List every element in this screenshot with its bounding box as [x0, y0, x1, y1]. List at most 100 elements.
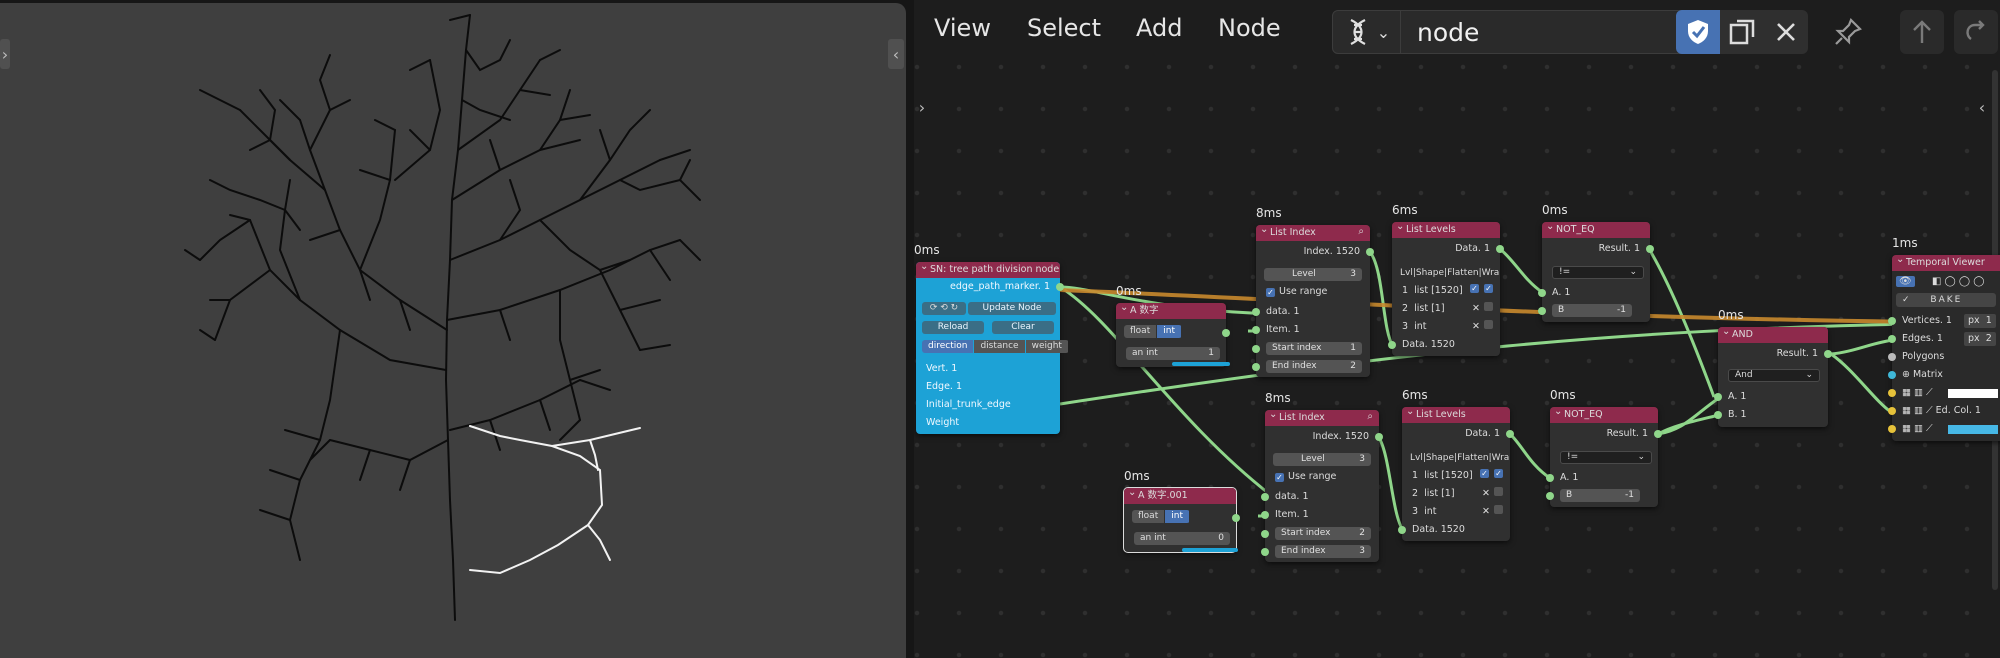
type-selector[interactable]: float int	[1124, 325, 1182, 338]
reload-button[interactable]: Reload	[922, 321, 984, 334]
node-title[interactable]: SN: tree path division node	[916, 262, 1060, 278]
levels-table-header: Lvl|Shape|Flatten|Wra	[1410, 453, 1510, 463]
input-item: Item. 1	[1261, 508, 1379, 522]
level-field[interactable]: Level 3	[1273, 453, 1371, 466]
node-timing: 6ms	[1402, 388, 1428, 402]
node-title[interactable]: Temporal Viewer	[1892, 255, 2000, 271]
type-float[interactable]: float	[1132, 510, 1165, 523]
node-title[interactable]: A 数字.001	[1124, 488, 1236, 504]
int-slider-bar	[1182, 548, 1238, 552]
clear-button[interactable]: Clear	[992, 321, 1054, 334]
start-index-field[interactable]: Start index 1	[1266, 342, 1362, 355]
node-title[interactable]: NOT_EQ	[1542, 222, 1650, 238]
node-title[interactable]: List Levels	[1402, 407, 1510, 423]
level-row-3: 3 int ✕	[1392, 320, 1500, 334]
list-levels-node-2[interactable]: 6ms List Levels Data. 1 Lvl|Shape|Flatte…	[1398, 388, 1514, 541]
output-result: Result. 1	[1550, 427, 1662, 441]
level-field[interactable]: Level 3	[1264, 268, 1362, 281]
type-int[interactable]: int	[1157, 325, 1181, 338]
input-item: Item. 1	[1252, 323, 1370, 337]
mode-weight[interactable]: weight	[1025, 340, 1068, 353]
search-icon[interactable]: ⌕	[1358, 226, 1364, 237]
node-title[interactable]: NOT_EQ	[1550, 407, 1658, 423]
input-vert: Vert. 1	[926, 363, 958, 374]
level-row-1: 1 list [1520] ✓ ✓	[1412, 469, 1503, 481]
input-b: B. 1	[1714, 408, 1828, 422]
mode-direction[interactable]: direction	[922, 340, 974, 353]
refresh-icons[interactable]: ⟳ ⟲ ↻	[922, 302, 966, 315]
3d-viewport[interactable]: › ‹	[0, 3, 906, 658]
b-field[interactable]: B -1	[1552, 304, 1632, 317]
eye-icon[interactable]: 👁	[1896, 276, 1915, 287]
type-selector[interactable]: float int	[1132, 510, 1190, 523]
input-edge-color: ▦ ▥ ⟋ Ed. Col. 1	[1888, 404, 2000, 418]
input-data: Data. 1520	[1388, 338, 1500, 352]
end-index-field[interactable]: End index 3	[1275, 545, 1371, 558]
temporal-viewer-node[interactable]: 1ms Temporal Viewer 👁 ◧ ◯ ◯ ◯ ✓ BAKE Ver…	[1888, 236, 2000, 441]
input-polygons: Polygons	[1888, 350, 2000, 364]
output-edge-path-marker: edge_path_marker. 1	[916, 280, 1064, 294]
tree-path-render	[184, 14, 701, 621]
node-title[interactable]: List Levels	[1392, 222, 1500, 238]
node-timing: 0ms	[1116, 284, 1142, 298]
b-field[interactable]: B -1	[1560, 489, 1640, 502]
input-weight: Weight	[926, 417, 960, 428]
node-timing: 0ms	[1550, 388, 1576, 402]
b-socket[interactable]	[1546, 492, 1554, 500]
search-icon[interactable]: ⌕	[1367, 411, 1373, 422]
start-index-field[interactable]: Start index 2	[1275, 527, 1371, 540]
levels-table-header: Lvl|Shape|Flatten|Wra	[1400, 268, 1500, 278]
area-divider[interactable]	[906, 0, 914, 658]
vertex-color-row[interactable]: ▦ ▥ ⟋	[1888, 386, 2000, 400]
node-timing: 0ms	[914, 243, 940, 257]
operator-dropdown[interactable]: And ⌄	[1728, 369, 1820, 382]
list-index-node-2[interactable]: 8ms List Index Index. 1520 Level3 ✓Use r…	[1261, 391, 1383, 562]
number-node-1[interactable]: 0ms A 数字 float int an int1	[1116, 284, 1230, 367]
not-eq-node-2[interactable]: 0ms NOT_EQ Result. 1 !=⌄ A. 1 B-1	[1546, 388, 1662, 507]
node-title[interactable]: AND	[1718, 327, 1828, 343]
end-index-socket[interactable]	[1252, 363, 1260, 371]
use-range-checkbox[interactable]: ✓ Use range	[1265, 470, 1379, 484]
input-data: Data. 1520	[1398, 523, 1510, 537]
input-edges: Edges. 1 px 2	[1888, 332, 2000, 346]
type-int[interactable]: int	[1165, 510, 1189, 523]
output-socket[interactable]	[1232, 514, 1240, 522]
int-slider-bar	[1172, 362, 1230, 366]
bake-button[interactable]: ✓ BAKE	[1896, 293, 1996, 307]
face-color-row[interactable]: ▦ ▥ ⟋	[1888, 422, 2000, 436]
update-node-button[interactable]: Update Node	[968, 302, 1056, 315]
node-title[interactable]: List Index	[1265, 410, 1379, 426]
output-socket[interactable]	[1222, 329, 1230, 337]
number-node-2[interactable]: 0ms A 数字.001 float int an int0	[1123, 469, 1240, 553]
int-value-field[interactable]: an int 0	[1134, 532, 1230, 545]
start-index-socket[interactable]	[1261, 530, 1269, 538]
end-index-socket[interactable]	[1261, 548, 1269, 556]
start-index-socket[interactable]	[1252, 345, 1260, 353]
use-range-checkbox[interactable]: ✓ Use range	[1256, 285, 1370, 299]
level-row-3: 3 int ✕	[1402, 505, 1510, 519]
mode-selector[interactable]: direction distance weight	[922, 340, 1069, 353]
type-float[interactable]: float	[1124, 325, 1157, 338]
list-index-node-1[interactable]: 8ms List Index Index. 1520 Level3 ✓Use r…	[1252, 206, 1374, 377]
node-editor[interactable]: View Select Add Node ⌄ node › ‹ 0ms ⌄ SN…	[914, 0, 2000, 658]
operator-dropdown[interactable]: != ⌄	[1560, 451, 1652, 464]
int-value-field[interactable]: an int 1	[1126, 347, 1220, 360]
display-mode-icons[interactable]: ◧ ◯ ◯ ◯	[1932, 276, 1985, 287]
operator-dropdown[interactable]: != ⌄	[1552, 266, 1644, 279]
b-socket[interactable]	[1538, 307, 1546, 315]
end-index-field[interactable]: End index 2	[1266, 360, 1362, 373]
node-timing: 1ms	[1892, 236, 1918, 250]
node-title[interactable]: A 数字	[1116, 303, 1226, 319]
list-levels-node-1[interactable]: 6ms List Levels Data. 1 Lvl|Shape|Flatte…	[1388, 203, 1504, 356]
node-timing: 0ms	[1718, 308, 1744, 322]
node-title[interactable]: List Index	[1256, 225, 1370, 241]
input-a: A. 1	[1538, 286, 1650, 300]
not-eq-node-1[interactable]: 0ms NOT_EQ Result. 1 !=⌄ A. 1 B-1	[1538, 203, 1654, 322]
node-timing: 8ms	[1265, 391, 1291, 405]
output-result: Result. 1	[1542, 242, 1654, 256]
viewer-icons[interactable]: 👁 ◧ ◯ ◯ ◯	[1896, 275, 2000, 289]
sn-tree-path-division-node[interactable]: 0ms SN: tree path division node edge_pat…	[914, 243, 1068, 434]
input-edge: Edge. 1	[926, 381, 962, 392]
mode-distance[interactable]: distance	[974, 340, 1025, 353]
and-node[interactable]: 0ms AND Result. 1 And⌄ A. 1 B. 1	[1714, 308, 1832, 427]
